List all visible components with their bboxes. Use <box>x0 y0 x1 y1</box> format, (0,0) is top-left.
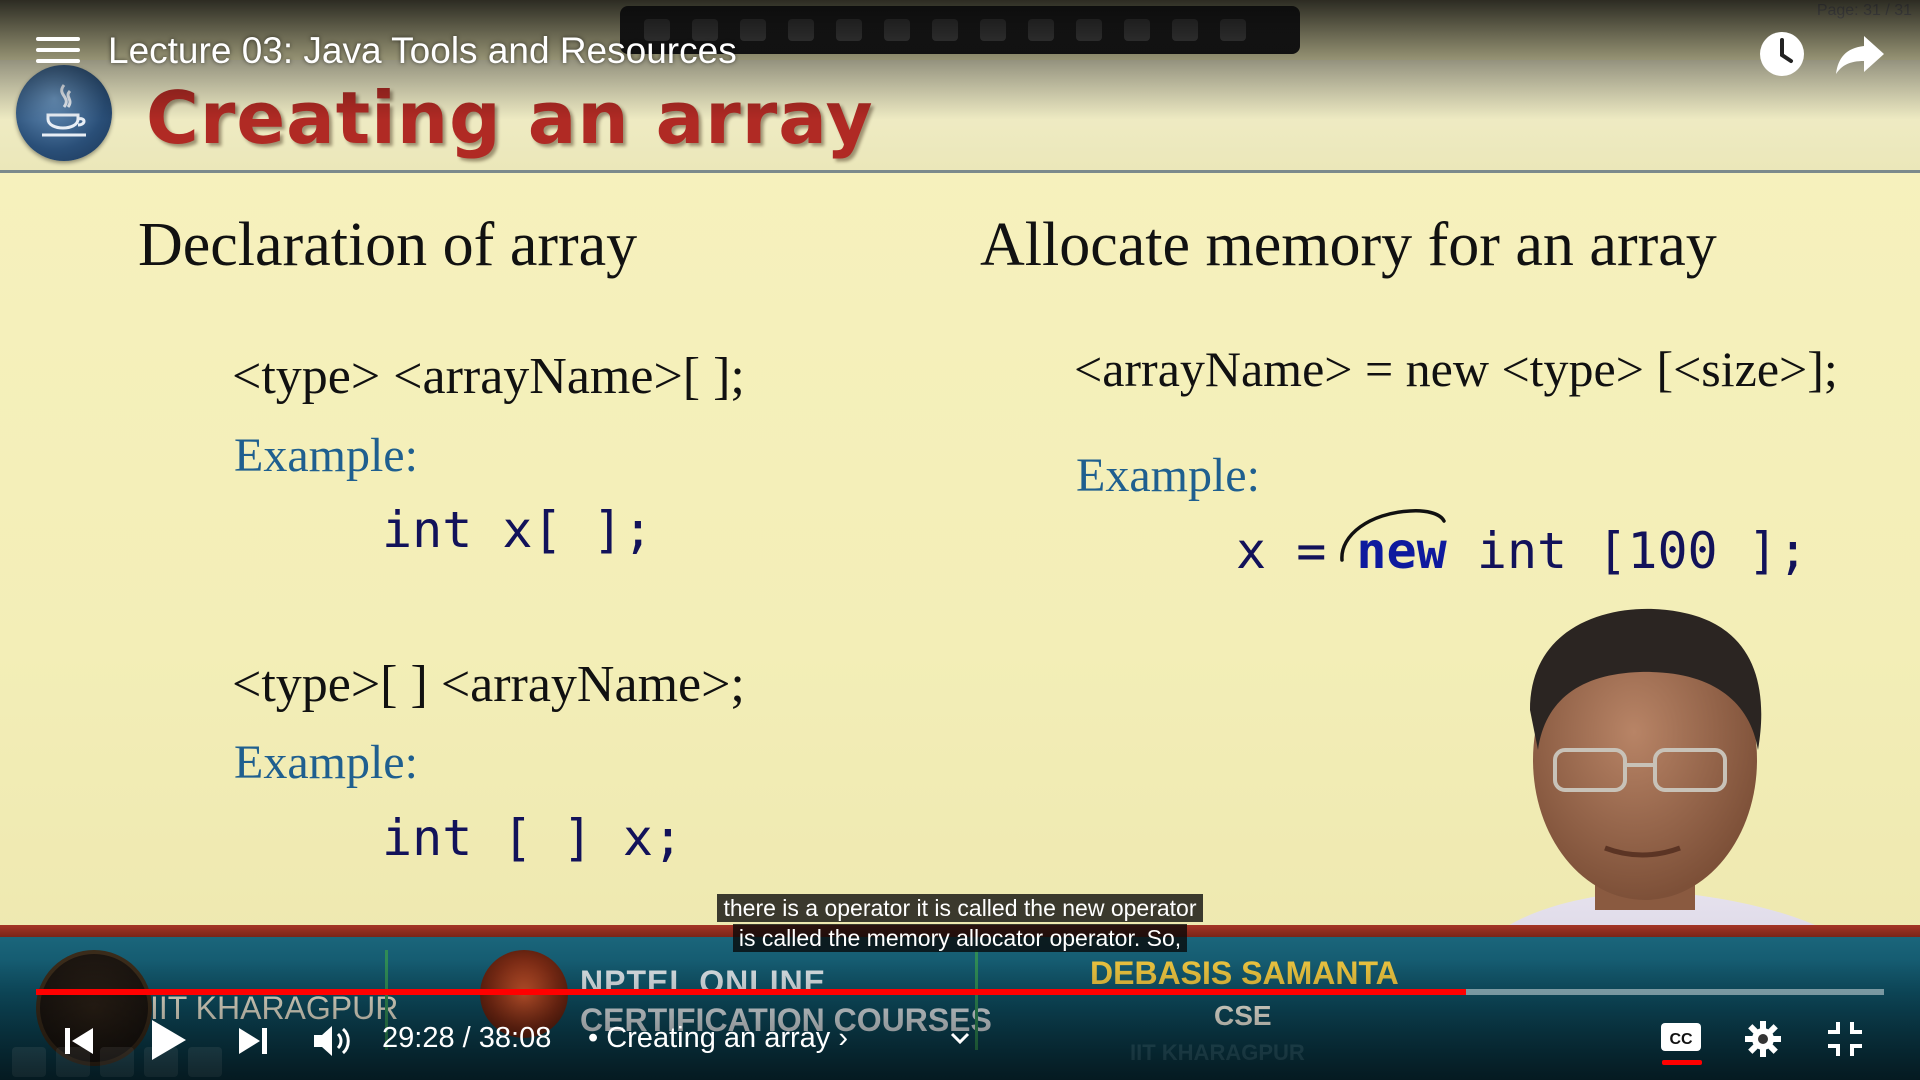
declaration-syntax-1: <type> <arrayName>[ ]; <box>232 348 745 405</box>
video-player[interactable]: Creating an array Declaration of array A… <box>0 0 1920 1080</box>
chevron-down-icon[interactable] <box>946 1024 974 1052</box>
pencil-tool-icon <box>932 19 958 41</box>
program-line-1: NPTEL ONLINE <box>580 964 827 1000</box>
svg-text:CC: CC <box>1669 1031 1693 1048</box>
caption-text-2: is called the memory allocator operator.… <box>732 924 1188 952</box>
dots-tool-icon <box>1124 19 1150 41</box>
example-label-3: Example: <box>1076 449 1260 502</box>
play-icon[interactable] <box>148 1018 188 1062</box>
right-heading: Allocate memory for an array <box>980 211 1717 279</box>
start-icon <box>12 1047 46 1077</box>
example-code-3: x = new int [100 ]; <box>1236 522 1808 580</box>
grid-tool-icon <box>740 19 766 41</box>
chapter-title-button[interactable]: • Creating an array › <box>588 1022 848 1055</box>
menu-icon[interactable] <box>36 30 80 74</box>
time-display: 29:28 / 38:08 <box>382 1022 551 1055</box>
left-heading: Declaration of array <box>138 211 638 279</box>
example-label-2: Example: <box>234 736 418 789</box>
example-code-1: int x[ ]; <box>382 501 653 559</box>
stop-tool-icon <box>1220 19 1246 41</box>
screen-tool-icon <box>884 19 910 41</box>
department-label: CSE <box>1214 1000 1272 1031</box>
duration: 38:08 <box>478 1022 552 1054</box>
folder-icon <box>188 1047 222 1077</box>
marker-tool-icon <box>836 19 862 41</box>
institute-faint-label: IIT KHARAGPUR <box>1130 1040 1305 1065</box>
skip-next-icon[interactable] <box>236 1024 270 1058</box>
watch-later-icon[interactable] <box>1758 30 1806 78</box>
example-label-1: Example: <box>234 429 418 482</box>
progress-bar[interactable] <box>36 989 1884 995</box>
settings-icon[interactable] <box>1744 1020 1782 1058</box>
current-time: 29:28 <box>382 1022 455 1054</box>
progress-unplayed <box>1466 989 1884 995</box>
captions-active-indicator <box>1662 1060 1702 1065</box>
skip-previous-icon[interactable] <box>62 1024 96 1058</box>
closed-captions-icon[interactable]: CC <box>1660 1020 1702 1054</box>
slide-page-counter: Page: 31 / 31 <box>1816 2 1912 19</box>
caption-line-2: is called the memory allocator operator.… <box>0 924 1920 952</box>
video-title[interactable]: Lecture 03: Java Tools and Resources <box>108 30 737 72</box>
progress-played <box>36 989 1467 995</box>
time-separator: / <box>454 1022 479 1054</box>
eraser-tool-icon <box>1028 19 1054 41</box>
color-tool-icon <box>1172 19 1198 41</box>
pen-annotation-arc <box>1340 509 1446 562</box>
java-logo-icon <box>16 65 112 161</box>
share-icon[interactable] <box>1834 32 1886 76</box>
caption-text-1: there is a operator it is called the new… <box>717 894 1203 922</box>
pen-tool-icon <box>788 19 814 41</box>
speaker-name: DEBASIS SAMANTA <box>1090 955 1399 991</box>
browser-icon <box>100 1047 134 1077</box>
pointer-tool-icon <box>1076 19 1102 41</box>
declaration-syntax-2: <type>[ ] <arrayName>; <box>232 656 745 713</box>
code-post: int [100 ]; <box>1446 522 1808 580</box>
allocation-syntax: <arrayName> = new <type> [<size>]; <box>1074 341 1838 397</box>
exit-fullscreen-icon[interactable] <box>1826 1020 1864 1058</box>
volume-icon[interactable] <box>312 1022 354 1060</box>
caption-line-1: there is a operator it is called the new… <box>0 894 1920 922</box>
example-code-2: int [ ] x; <box>382 809 684 867</box>
highlighter-tool-icon <box>980 19 1006 41</box>
banner-divider <box>975 950 978 1050</box>
slide-title: Creating an array <box>146 76 874 160</box>
